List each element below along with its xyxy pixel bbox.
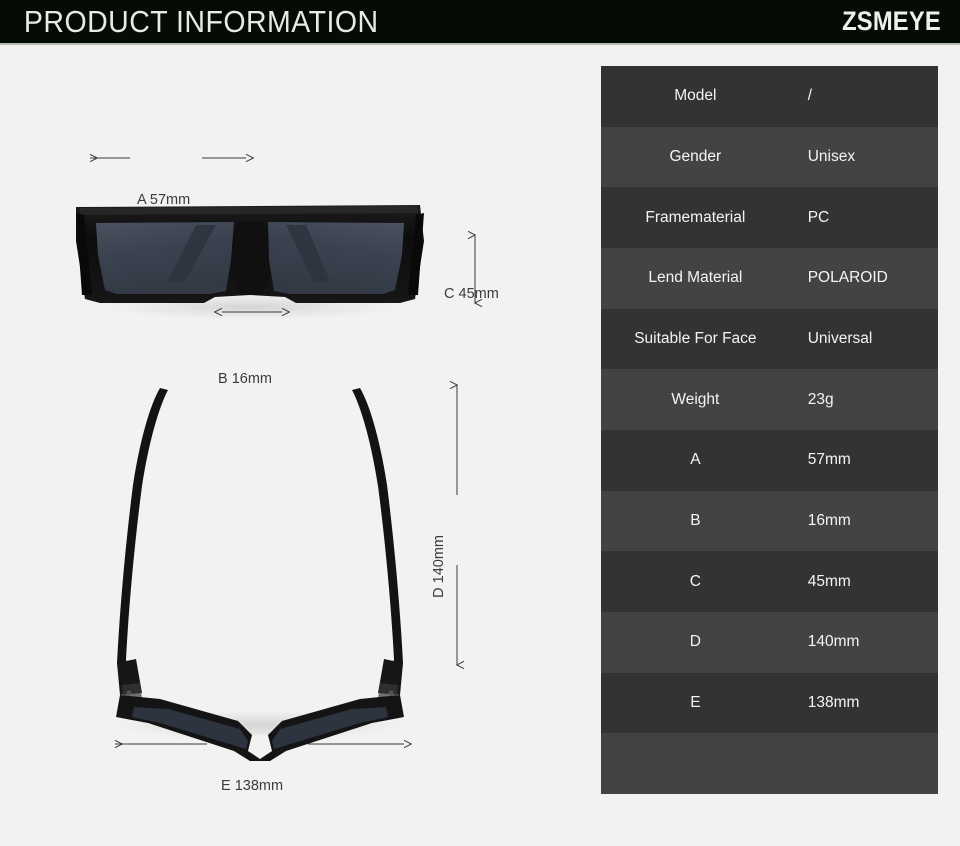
- spec-row: Lend Material POLAROID: [601, 248, 938, 309]
- spec-value: 45mm: [807, 572, 851, 590]
- spec-label: Gender: [669, 148, 722, 165]
- spec-row: [601, 733, 938, 795]
- spec-label: Model: [674, 87, 717, 105]
- spec-row: Gender Unisex: [601, 126, 938, 188]
- page-title: PRODUCT INFORMATION: [23, 3, 379, 39]
- spec-row: Suitable For Face Universal: [601, 308, 938, 370]
- spec-value: PC: [807, 208, 830, 226]
- specification-table: Model / Gender Unisex Framematerial PC Lend Ma…: [601, 66, 938, 795]
- dimension-label-e: E 138mm: [221, 778, 284, 794]
- spec-label: Lend Material: [648, 269, 743, 287]
- brand-logo: ZSMEYE: [841, 6, 941, 36]
- spec-row: C 45mm: [601, 551, 938, 613]
- spec-label: C: [689, 572, 701, 590]
- spec-row: D 140mm: [601, 612, 938, 673]
- dimension-label-a: A 57mm: [137, 192, 191, 208]
- spec-row: Framematerial PC: [601, 187, 938, 249]
- spec-row: E 138mm: [601, 672, 938, 734]
- spec-value: 140mm: [807, 633, 860, 651]
- spec-label: Suitable For Face: [634, 330, 757, 348]
- spec-value: 16mm: [807, 512, 851, 530]
- spec-label: A: [690, 451, 701, 469]
- product-information-page: PRODUCT INFORMATION ZSMEYE A 57mm B 16mm…: [0, 0, 960, 846]
- spec-value: POLAROID: [807, 269, 888, 287]
- measurement-arrows: [0, 45, 601, 846]
- header-bar: PRODUCT INFORMATION ZSMEYE: [0, 0, 960, 45]
- spec-label: E: [690, 694, 701, 712]
- spec-label: D: [689, 633, 701, 651]
- spec-value: /: [807, 87, 813, 105]
- spec-value: Unisex: [807, 148, 856, 165]
- dimension-label-c: C 45mm: [444, 286, 499, 302]
- spec-value: Universal: [807, 330, 873, 348]
- spec-value: 138mm: [807, 694, 860, 712]
- spec-label: Weight: [671, 390, 720, 408]
- spec-row: A 57mm: [601, 430, 938, 491]
- spec-value: 23g: [807, 390, 834, 408]
- spec-row: Model /: [601, 66, 938, 127]
- dimension-diagram: A 57mm B 16mm C 45mm D 140mm E 138mm: [0, 45, 601, 846]
- spec-label: Framematerial: [645, 208, 746, 226]
- spec-value: 57mm: [807, 451, 851, 469]
- spec-row: B 16mm: [601, 490, 938, 552]
- dimension-label-d: D 140mm: [431, 535, 447, 598]
- spec-row: Weight 23g: [601, 369, 938, 431]
- dimension-label-b: B 16mm: [218, 371, 272, 387]
- spec-label: B: [690, 512, 701, 530]
